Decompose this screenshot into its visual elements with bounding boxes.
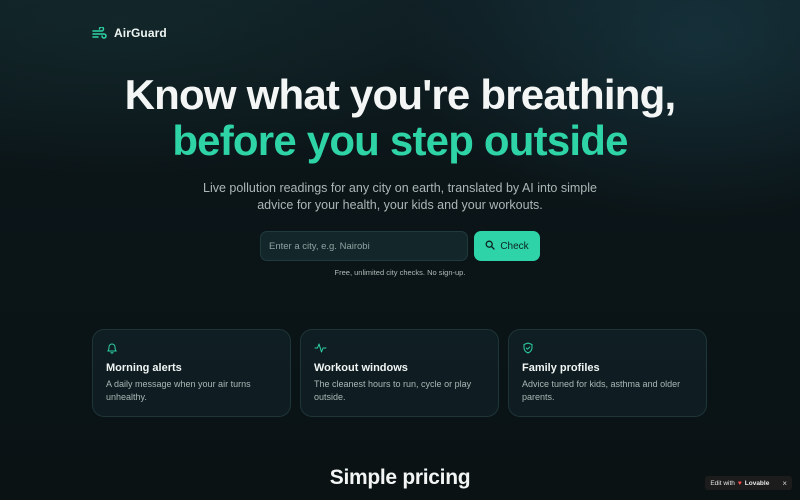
feature-title: Family profiles xyxy=(522,362,600,374)
headline-line-2: before you step outside xyxy=(172,117,628,164)
brand-name: AirGuard xyxy=(114,26,167,40)
headline-line-1: Know what you're breathing, xyxy=(124,71,677,118)
hero-section: Know what you're breathing, before you s… xyxy=(0,72,800,214)
pricing-heading: Simple pricing xyxy=(329,466,471,489)
search-icon xyxy=(485,240,495,253)
city-search-input[interactable] xyxy=(260,231,468,261)
city-search-form: Check xyxy=(260,231,540,261)
search-note: Free, unlimited city checks. No sign-up. xyxy=(334,268,466,277)
brand-logo[interactable]: AirGuard xyxy=(92,26,167,40)
feature-card-workout-windows: Workout windows The cleanest hours to ru… xyxy=(300,329,499,417)
check-button[interactable]: Check xyxy=(474,231,540,261)
lovable-badge[interactable]: Edit with ♥ Lovable × xyxy=(705,476,792,490)
activity-icon xyxy=(314,342,485,354)
bell-icon xyxy=(106,342,277,354)
close-icon[interactable]: × xyxy=(782,479,787,488)
feature-title: Morning alerts xyxy=(106,362,182,374)
feature-text: A daily message when your air turns unhe… xyxy=(106,379,251,402)
feature-card-family-profiles: Family profiles Advice tuned for kids, a… xyxy=(508,329,707,417)
feature-text: The cleanest hours to run, cycle or play… xyxy=(314,379,472,402)
wind-icon xyxy=(92,27,108,39)
lovable-heart-icon: ♥ xyxy=(737,479,742,487)
badge-prefix: Edit with xyxy=(710,479,735,487)
feature-card-morning-alerts: Morning alerts A daily message when your… xyxy=(92,329,291,417)
hero-subtitle: Live pollution readings for any city on … xyxy=(203,181,597,212)
feature-title: Workout windows xyxy=(314,362,408,374)
check-button-label: Check xyxy=(500,240,529,252)
feature-cards: Morning alerts A daily message when your… xyxy=(92,329,707,417)
feature-text: Advice tuned for kids, asthma and older … xyxy=(522,379,681,402)
badge-brand: Lovable xyxy=(744,479,770,487)
shield-check-icon xyxy=(522,342,693,354)
